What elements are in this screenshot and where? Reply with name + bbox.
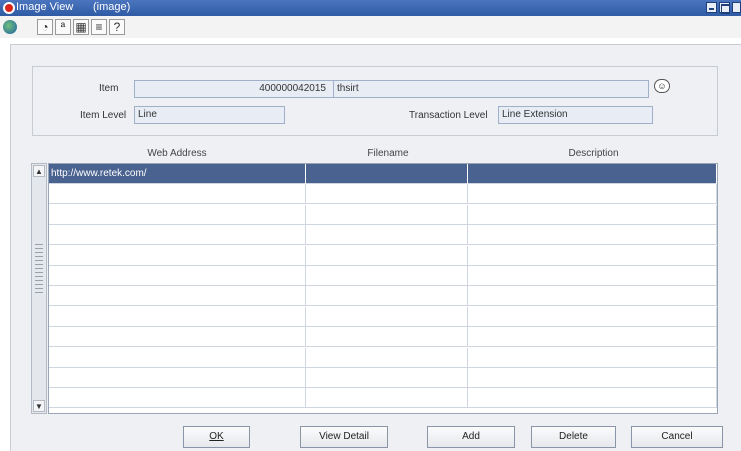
table-row[interactable] — [49, 245, 717, 266]
web-address-cell[interactable] — [49, 286, 306, 307]
filename-cell[interactable] — [306, 347, 468, 368]
description-cell[interactable] — [468, 204, 717, 225]
description-cell[interactable] — [468, 347, 717, 368]
ok-button[interactable]: OK — [183, 426, 250, 448]
table-row[interactable] — [49, 184, 717, 205]
add-button-label: Add — [462, 431, 480, 442]
oracle-app-icon — [3, 2, 15, 14]
table-row[interactable] — [49, 225, 717, 246]
web-address-cell[interactable] — [49, 245, 306, 266]
table-row[interactable]: http://www.retek.com/ — [49, 164, 717, 184]
column-header-web-address[interactable]: Web Address — [49, 148, 305, 159]
window-subtitle: (image) — [93, 1, 131, 13]
main-content: Item 400000042015 thsirt ☺ Item Level Li… — [10, 44, 741, 451]
table-row[interactable] — [49, 368, 717, 388]
filename-cell[interactable] — [306, 266, 468, 286]
web-address-cell[interactable] — [49, 266, 306, 286]
view-detail-button[interactable]: View Detail — [300, 426, 388, 448]
web-address-cell[interactable]: http://www.retek.com/ — [49, 164, 306, 184]
add-button[interactable]: Add — [427, 426, 515, 448]
description-cell[interactable] — [468, 286, 717, 307]
column-header-filename[interactable]: Filename — [307, 148, 469, 159]
toolbar: ◔ ª ▦ ≡ ? — [0, 16, 741, 38]
delete-button[interactable]: Delete — [531, 426, 616, 448]
web-address-cell[interactable] — [49, 347, 306, 368]
maximize-button[interactable] — [719, 2, 730, 14]
title-bar: Image View (image) — [0, 0, 741, 16]
table-body: http://www.retek.com/ — [48, 163, 718, 414]
description-cell[interactable] — [468, 368, 717, 388]
table-row[interactable] — [49, 266, 717, 286]
filename-cell[interactable] — [306, 184, 468, 205]
web-address-cell[interactable] — [49, 327, 306, 348]
description-cell[interactable] — [468, 225, 717, 246]
filename-cell[interactable] — [306, 164, 468, 184]
description-cell[interactable] — [468, 164, 717, 184]
item-level-field: Line — [134, 106, 285, 124]
view-detail-button-label: View Detail — [319, 431, 369, 442]
table-row[interactable] — [49, 388, 717, 409]
ok-button-label: OK — [209, 431, 224, 442]
window-title: Image View — [16, 1, 74, 13]
item-field: 400000042015 thsirt — [134, 80, 649, 98]
table-header: Web Address Filename Description — [49, 146, 718, 163]
delete-button-label: Delete — [559, 431, 588, 442]
item-label: Item — [99, 83, 119, 94]
table-row[interactable] — [49, 306, 717, 327]
transaction-level-label: Transaction Level — [409, 110, 488, 121]
calendar-icon[interactable]: ▦ — [73, 19, 89, 35]
item-description: thsirt — [333, 81, 359, 97]
globe-icon[interactable] — [3, 20, 17, 34]
scroll-up-icon[interactable]: ▲ — [33, 165, 45, 177]
item-header-panel: Item 400000042015 thsirt ☺ Item Level Li… — [32, 66, 718, 136]
cancel-button[interactable]: Cancel — [631, 426, 723, 448]
web-address-cell[interactable] — [49, 388, 306, 409]
filename-cell[interactable] — [306, 327, 468, 348]
table-row[interactable] — [49, 327, 717, 348]
spell-check-icon[interactable]: ª — [55, 19, 71, 35]
web-address-cell[interactable] — [49, 225, 306, 246]
description-cell[interactable] — [468, 184, 717, 205]
filename-cell[interactable] — [306, 286, 468, 307]
description-cell[interactable] — [468, 266, 717, 286]
filename-cell[interactable] — [306, 245, 468, 266]
notes-icon[interactable]: ≡ — [91, 19, 107, 35]
scroll-down-icon[interactable]: ▼ — [33, 400, 45, 412]
transaction-level-field: Line Extension — [498, 106, 653, 124]
web-address-cell[interactable] — [49, 368, 306, 388]
vertical-scrollbar[interactable]: ▲ ▼ — [31, 163, 47, 414]
description-cell[interactable] — [468, 245, 717, 266]
description-cell[interactable] — [468, 388, 717, 409]
help-icon[interactable]: ? — [109, 19, 125, 35]
close-button[interactable] — [732, 2, 741, 13]
image-table: Web Address Filename Description ▲ ▼ htt… — [31, 146, 718, 414]
web-address-cell[interactable] — [49, 306, 306, 327]
filename-cell[interactable] — [306, 204, 468, 225]
table-row[interactable] — [49, 204, 717, 225]
help-context-icon[interactable]: ◔ — [37, 19, 53, 35]
item-number: 400000042015 — [259, 83, 326, 94]
description-cell[interactable] — [468, 306, 717, 327]
web-address-cell[interactable] — [49, 204, 306, 225]
scroll-grip[interactable] — [35, 244, 43, 294]
description-cell[interactable] — [468, 327, 717, 348]
filename-cell[interactable] — [306, 368, 468, 388]
comment-icon[interactable]: ☺ — [654, 79, 670, 93]
table-row[interactable] — [49, 286, 717, 307]
filename-cell[interactable] — [306, 225, 468, 246]
filename-cell[interactable] — [306, 306, 468, 327]
filename-cell[interactable] — [306, 388, 468, 409]
web-address-cell[interactable] — [49, 184, 306, 205]
table-row[interactable] — [49, 347, 717, 368]
minimize-button[interactable] — [706, 2, 717, 13]
cancel-button-label: Cancel — [661, 431, 693, 442]
column-header-description[interactable]: Description — [469, 148, 718, 159]
item-level-label: Item Level — [80, 110, 127, 121]
